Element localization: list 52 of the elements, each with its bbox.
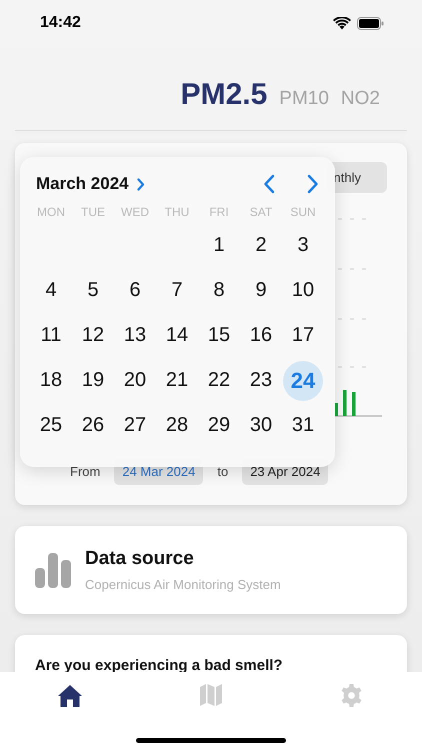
weekday-label: FRI [208, 205, 230, 219]
calendar-day[interactable]: 10 [283, 270, 323, 310]
weekday-label: SUN [289, 205, 317, 219]
calendar-day[interactable]: 23 [241, 360, 281, 400]
calendar-day[interactable]: 29 [199, 406, 239, 446]
calendar-day[interactable]: 14 [157, 316, 197, 356]
calendar-day[interactable]: 16 [241, 316, 281, 356]
weekday-label: MON [36, 205, 66, 219]
calendar-day[interactable]: 3 [283, 226, 323, 266]
chevron-right-icon[interactable] [136, 178, 145, 190]
calendar-day[interactable]: 30 [241, 406, 281, 446]
weekday-label: WED [120, 205, 150, 219]
pollutant-tab[interactable]: PM2.5 [180, 78, 268, 112]
calendar-day[interactable]: 9 [241, 270, 281, 310]
calendar-day[interactable]: 25 [31, 406, 71, 446]
status-time: 14:42 [40, 14, 81, 32]
calendar-day[interactable]: 11 [31, 316, 71, 356]
calendar-day[interactable]: 4 [31, 270, 71, 310]
battery-icon [357, 16, 384, 30]
smell-question: Are you experiencing a bad smell? [35, 657, 283, 674]
calendar-day[interactable]: 12 [73, 316, 113, 356]
calendar-day[interactable]: 1 [199, 226, 239, 266]
weekday-label: TUE [80, 205, 106, 219]
calendar-day[interactable]: 15 [199, 316, 239, 356]
calendar-day[interactable]: 17 [283, 316, 323, 356]
calendar-day[interactable]: 22 [199, 360, 239, 400]
previous-month-icon[interactable] [263, 174, 275, 194]
data-source-title: Data source [85, 548, 195, 570]
to-label: to [217, 464, 228, 479]
calendar-day[interactable]: 26 [73, 406, 113, 446]
calendar-day[interactable]: 27 [115, 406, 155, 446]
calendar-day[interactable]: 13 [115, 316, 155, 356]
bar-chart-icon [35, 552, 71, 588]
next-month-icon[interactable] [307, 174, 319, 194]
calendar-day[interactable]: 8 [199, 270, 239, 310]
home-icon[interactable] [57, 684, 84, 708]
weekday-label: SAT [248, 205, 274, 219]
calendar-day[interactable]: 21 [157, 360, 197, 400]
from-label: From [70, 464, 100, 479]
calendar-day[interactable]: 6 [115, 270, 155, 310]
calendar-day[interactable]: 19 [73, 360, 113, 400]
calendar-day[interactable]: 18 [31, 360, 71, 400]
data-source-name: Copernicus Air Monitoring System [85, 577, 281, 592]
calendar-day[interactable]: 28 [157, 406, 197, 446]
wifi-icon [333, 16, 351, 30]
weekday-label: THU [164, 205, 190, 219]
calendar-day[interactable]: 5 [73, 270, 113, 310]
calendar-day[interactable]: 31 [283, 406, 323, 446]
calendar-day[interactable]: 2 [241, 226, 281, 266]
month-title[interactable]: March 2024 [36, 174, 129, 194]
calendar-day[interactable]: 7 [157, 270, 197, 310]
calendar-day[interactable]: 20 [115, 360, 155, 400]
